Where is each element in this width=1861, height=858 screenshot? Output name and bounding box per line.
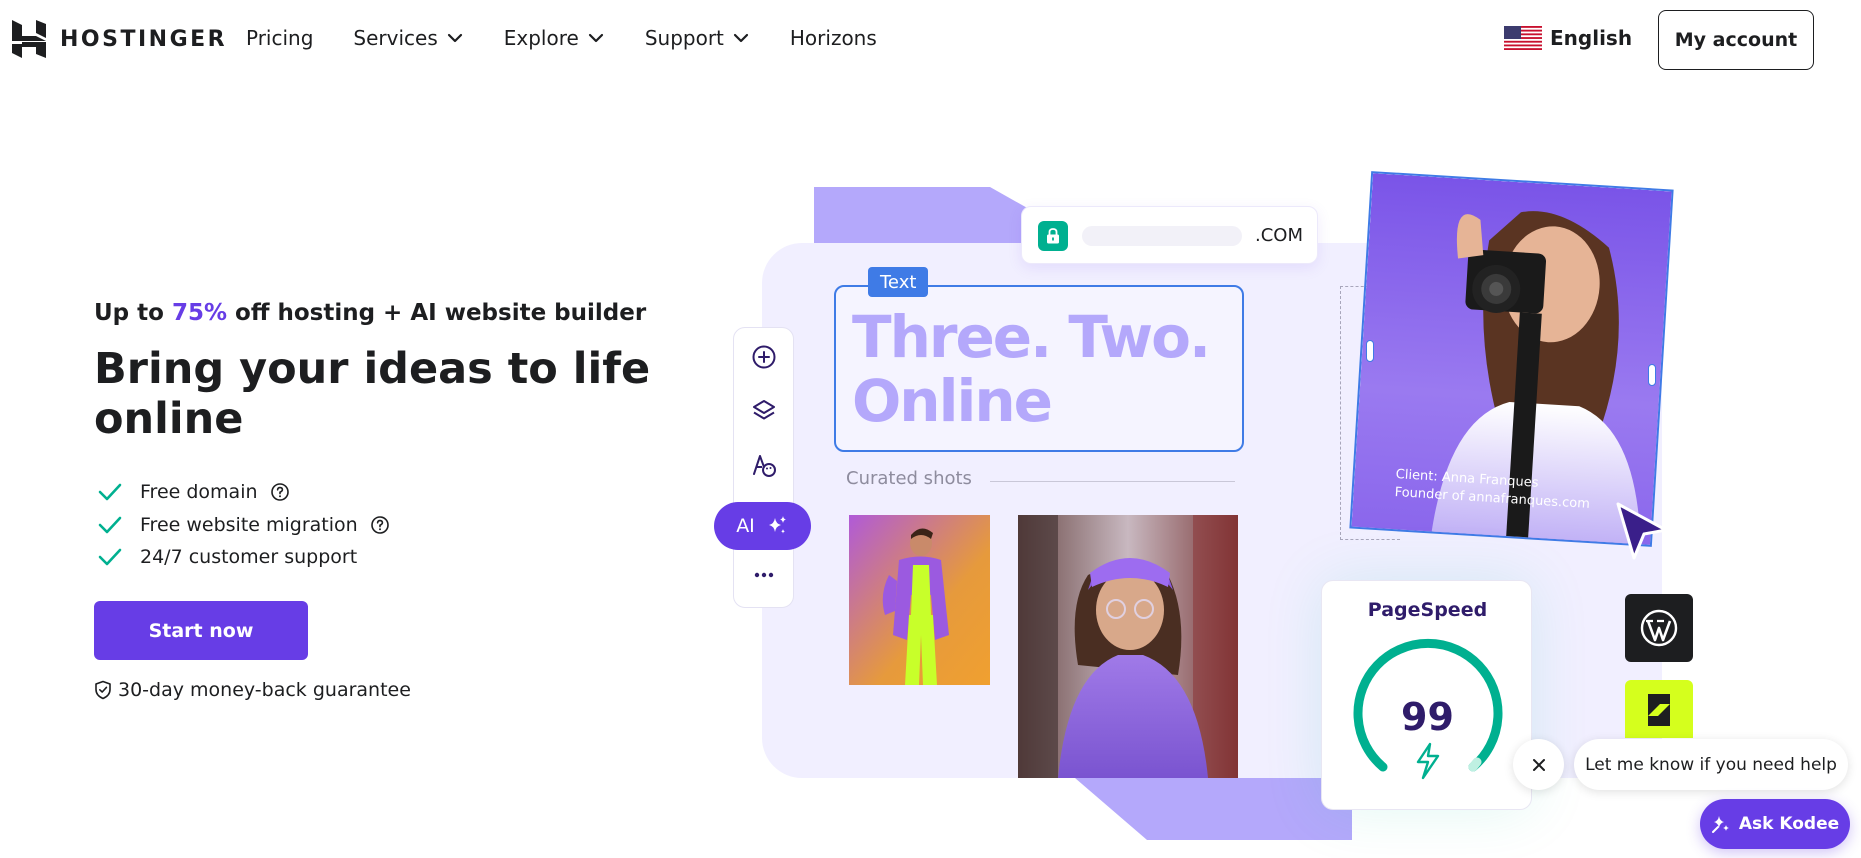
chat-message[interactable]: Let me know if you need help	[1574, 739, 1848, 790]
nav-pricing[interactable]: Pricing	[246, 26, 313, 50]
kodee-icon	[1711, 816, 1729, 833]
nav-horizons-label: Horizons	[789, 26, 877, 50]
hostinger-logo-icon	[12, 20, 46, 58]
chevron-down-icon	[733, 33, 748, 43]
gallery-photo-fashion	[849, 515, 990, 685]
ask-kodee-label: Ask Kodee	[1738, 814, 1840, 834]
ai-button[interactable]: AI	[714, 502, 811, 550]
nav-services-label: Services	[353, 26, 438, 50]
top-navigation: HOSTINGER Pricing Services Explore Suppo…	[0, 0, 1861, 82]
lock-icon	[1038, 221, 1068, 251]
resize-handle[interactable]	[1366, 340, 1374, 362]
editor-toolbar	[733, 327, 794, 608]
start-now-button[interactable]: Start now	[94, 601, 308, 660]
nav-support[interactable]: Support	[645, 26, 750, 50]
chevron-down-icon	[447, 33, 462, 43]
logo-text: HOSTINGER	[60, 26, 228, 52]
language-selector[interactable]: English	[1504, 26, 1632, 50]
pagespeed-score: 99	[1401, 695, 1454, 739]
palette-icon[interactable]	[751, 452, 777, 478]
more-icon[interactable]	[751, 562, 777, 588]
feature-text: Free domain	[140, 481, 258, 504]
text-element-tag: Text	[868, 267, 929, 297]
feature-text: 24/7 customer support	[140, 546, 358, 569]
check-icon	[98, 548, 122, 566]
promo-discount: 75%	[171, 300, 228, 326]
us-flag-icon	[1504, 26, 1542, 50]
check-icon	[98, 483, 122, 501]
chat-message-text: Let me know if you need help	[1585, 754, 1837, 775]
decorative-shape	[814, 187, 1034, 249]
horizons-app-icon	[1625, 680, 1693, 738]
promo-prefix: Up to	[94, 300, 172, 326]
pagespeed-title: PageSpeed	[1367, 599, 1488, 621]
domain-bar: .COM	[1021, 206, 1318, 264]
shield-check-icon	[95, 680, 111, 700]
nav-horizons[interactable]: Horizons	[790, 26, 877, 50]
feature-list: Free domain Free website migration 24/7 …	[98, 476, 390, 574]
check-icon	[98, 516, 122, 534]
ai-label: AI	[736, 515, 755, 537]
feature-text: Free website migration	[140, 513, 358, 536]
feature-item: Free domain	[98, 476, 390, 509]
feature-item: 24/7 customer support	[98, 541, 390, 574]
my-account-button[interactable]: My account	[1658, 10, 1814, 70]
cursor-arrow-icon	[1616, 502, 1668, 560]
ask-kodee-button[interactable]: Ask Kodee	[1700, 799, 1850, 849]
lightning-icon	[1416, 742, 1440, 780]
domain-placeholder	[1082, 226, 1242, 246]
plus-circle-icon[interactable]	[751, 344, 777, 370]
decorative-shape	[1075, 778, 1352, 840]
sparkle-icon	[768, 516, 786, 534]
money-back-guarantee: 30-day money-back guarantee	[94, 679, 411, 701]
layers-icon[interactable]	[751, 398, 777, 424]
gallery-photo-portrait	[1018, 515, 1238, 778]
nav-pricing-label: Pricing	[246, 26, 314, 50]
promo-line: Up to 75% off hosting + AI website build…	[94, 300, 646, 326]
nav-explore-label: Explore	[503, 26, 579, 50]
close-icon	[1532, 758, 1545, 771]
divider	[990, 481, 1235, 482]
pagespeed-card: PageSpeed 99	[1321, 580, 1532, 810]
hostinger-logo[interactable]: HOSTINGER	[12, 20, 227, 58]
nav-support-label: Support	[644, 26, 724, 50]
domain-tld: .COM	[1255, 225, 1303, 246]
promo-suffix: off hosting + AI website builder	[227, 300, 647, 326]
help-circle-icon[interactable]	[270, 482, 290, 502]
language-label: English	[1550, 26, 1633, 50]
section-label: Curated shots	[846, 468, 972, 489]
nav-services[interactable]: Services	[353, 26, 463, 50]
feature-item: Free website migration	[98, 509, 390, 542]
nav-explore[interactable]: Explore	[504, 26, 605, 50]
hero-headline: Bring your ideas to life online	[94, 344, 651, 444]
resize-handle[interactable]	[1648, 364, 1656, 386]
main-menu: Pricing Services Explore Support Horizon…	[246, 26, 917, 50]
chat-close-button[interactable]	[1513, 739, 1564, 790]
chevron-down-icon	[588, 33, 603, 43]
help-circle-icon[interactable]	[370, 515, 390, 535]
wordpress-icon	[1625, 594, 1693, 662]
text-element-content: Three. Two. Online	[852, 303, 1211, 435]
guarantee-text: 30-day money-back guarantee	[118, 679, 411, 701]
